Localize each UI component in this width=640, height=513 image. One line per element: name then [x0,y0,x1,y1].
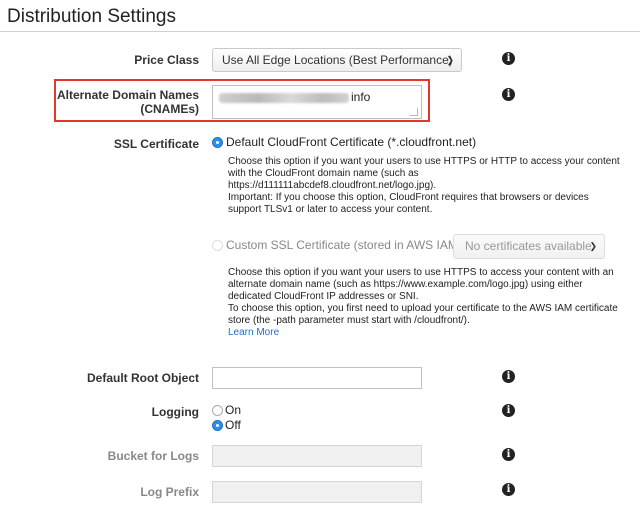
cnames-value: info [351,90,371,104]
help-line: store (the -path parameter must start wi… [228,315,470,326]
logging-on-label[interactable]: On [225,403,241,417]
bucket-for-logs-label: Bucket for Logs [107,449,199,463]
cnames-label: Alternate Domain Names (CNAMEs) [7,88,199,116]
info-icon[interactable]: i [502,52,515,65]
price-class-select[interactable]: Use All Edge Locations (Best Performance… [212,48,462,72]
help-line: Important: If you choose this option, Cl… [228,192,589,203]
cnames-textarea[interactable]: info [212,85,422,119]
info-icon[interactable]: i [502,370,515,383]
logging-off-radio[interactable] [212,420,223,431]
logging-label: Logging [151,405,199,419]
ssl-custom-radio[interactable] [212,240,223,251]
ssl-custom-help: Choose this option if you want your user… [228,267,628,339]
help-line: Choose this option if you want your user… [228,156,620,167]
cnames-label-line2: (CNAMEs) [140,102,199,116]
log-prefix-label: Log Prefix [140,485,199,499]
logging-on-radio[interactable] [212,405,223,416]
resize-handle[interactable] [410,108,418,116]
learn-more-link[interactable]: Learn More [228,327,279,338]
default-root-object-label: Default Root Object [86,371,199,385]
info-icon[interactable]: i [502,448,515,461]
bucket-for-logs-input[interactable] [212,445,422,467]
custom-certificate-select[interactable]: No certificates available ❯ [453,234,605,259]
ssl-default-radio[interactable] [212,137,223,148]
ssl-certificate-label: SSL Certificate [113,137,199,151]
chevron-down-icon: ❯ [446,55,454,65]
info-icon[interactable]: i [502,483,515,496]
help-line: Choose this option if you want your user… [228,267,614,278]
price-class-value: Use All Edge Locations (Best Performance… [222,53,453,67]
help-line: support TLSv1 or later to access your co… [228,204,433,215]
redacted-text [219,92,349,103]
custom-certificate-value: No certificates available [465,239,592,253]
cnames-label-line1: Alternate Domain Names [56,88,199,102]
title-divider [0,31,640,32]
ssl-default-option-label[interactable]: Default CloudFront Certificate (*.cloudf… [226,135,476,149]
help-line: https://d111111abcdef8.cloudfront.net/lo… [228,180,437,191]
info-icon[interactable]: i [502,404,515,417]
default-root-object-input[interactable] [212,367,422,389]
ssl-custom-option-label[interactable]: Custom SSL Certificate (stored in AWS IA… [226,238,465,252]
page-title: Distribution Settings [7,6,176,27]
help-line: with the CloudFront domain name (such as [228,168,419,179]
ssl-default-help: Choose this option if you want your user… [228,156,628,216]
help-line: dedicated CloudFront IP addresses or SNI… [228,291,419,302]
chevron-down-icon: ❯ [589,241,597,251]
help-line: alternate domain name (such as https://w… [228,279,583,290]
logging-off-label[interactable]: Off [225,418,241,432]
price-class-label: Price Class [134,53,199,67]
info-icon[interactable]: i [502,88,515,101]
help-line: To choose this option, you first need to… [228,303,618,314]
log-prefix-input[interactable] [212,481,422,503]
